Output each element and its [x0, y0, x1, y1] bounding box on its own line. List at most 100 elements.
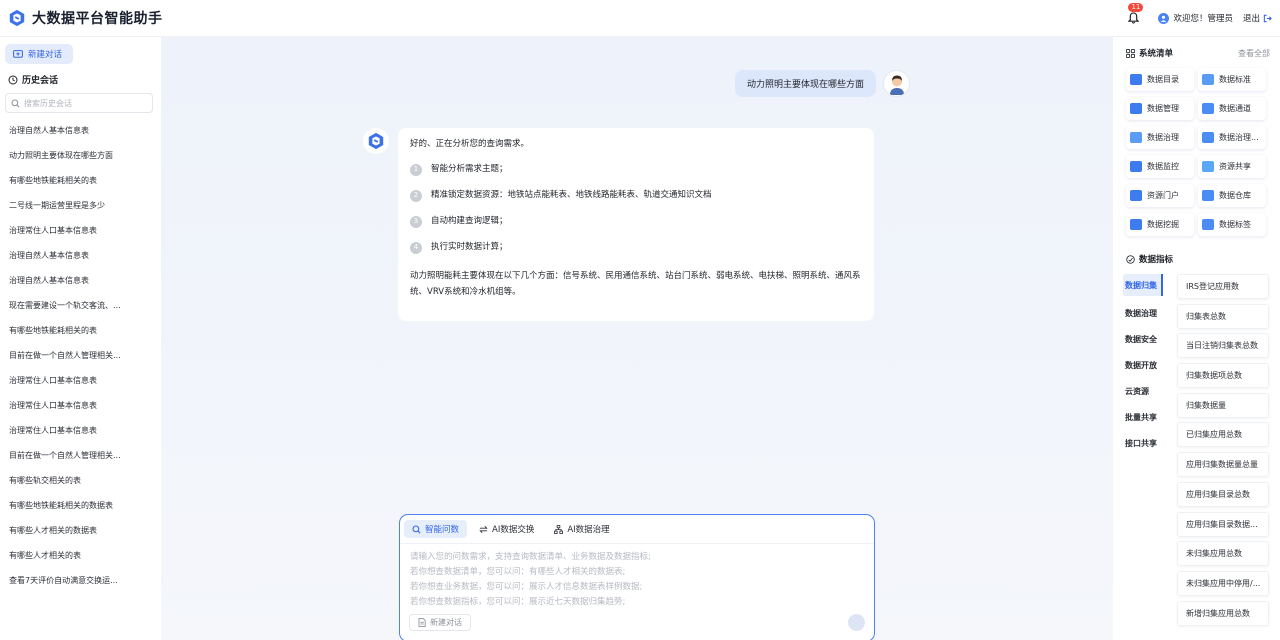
history-item[interactable]: 有哪些轨交相关的表 [5, 468, 156, 493]
system-app-icon [1130, 161, 1142, 172]
system-item[interactable]: 数据标准 [1198, 68, 1266, 91]
metric-item[interactable]: 归集表总数 [1177, 303, 1269, 329]
analysis-step: 1 智能分析需求主题； [410, 163, 862, 176]
metric-category[interactable]: 数据开放 [1123, 352, 1175, 378]
system-item[interactable]: 数据管理 [1126, 97, 1194, 120]
exchange-icon [479, 525, 488, 533]
metrics-title: 数据指标 [1139, 255, 1174, 265]
logout-button[interactable]: 退出 [1243, 12, 1272, 24]
metric-item[interactable]: 应用归集数据量总量 [1177, 452, 1269, 478]
history-item[interactable]: 有哪些人才相关的表 [5, 543, 156, 568]
input-new-chat-button[interactable]: 新建对话 [409, 614, 471, 631]
system-item-label: 数据仓库 [1219, 191, 1251, 200]
system-grid: 数据目录 数据标准 数据管理 数据通道 数据治理 数据治理... 数据监控 资源共享 资源门户数… [1126, 68, 1270, 236]
history-item[interactable]: 治理常住人口基本信息表 [5, 218, 156, 243]
metric-category[interactable]: 数据治理 [1123, 300, 1175, 326]
input-new-chat-label: 新建对话 [430, 618, 462, 627]
history-item[interactable]: 有哪些地铁能耗相关的表 [5, 318, 156, 343]
metric-item[interactable]: 当日注销归集表总数 [1177, 333, 1269, 359]
notification-bell-icon[interactable]: 11 [1126, 3, 1144, 25]
analysis-step: 4 执行实时数据计算； [410, 241, 862, 254]
tab-ai-data-exchange[interactable]: AI数据交换 [471, 520, 542, 538]
right-panel: 系统清单 查看全部 数据目录 数据标准 数据管理 数据通道 数据治理 数据治理... 数据监… [1113, 37, 1280, 640]
history-item[interactable]: 治理自然人基本信息表 [5, 268, 156, 293]
system-item[interactable]: 资源共享 [1198, 155, 1266, 178]
history-item[interactable]: 治理自然人基本信息表 [5, 243, 156, 268]
step-text: 执行实时数据计算； [431, 242, 508, 252]
metric-category[interactable]: 接口共享 [1123, 430, 1175, 456]
user-menu[interactable]: 欢迎您！管理员 [1158, 12, 1233, 24]
send-button[interactable] [848, 614, 865, 631]
history-item[interactable]: 治理常住人口基本信息表 [5, 368, 156, 393]
metric-item[interactable]: IRS登记应用数 [1177, 274, 1269, 299]
bot-logo-icon [368, 132, 384, 150]
system-item[interactable]: 数据目录 [1126, 68, 1194, 91]
user-avatar [883, 70, 910, 97]
history-item[interactable]: 有哪些地铁能耗相关的表 [5, 168, 156, 193]
metric-category[interactable]: 数据安全 [1123, 326, 1175, 352]
metric-category[interactable]: 云资源 [1123, 378, 1175, 404]
system-app-icon [1130, 219, 1142, 230]
system-item[interactable]: 数据仓库 [1198, 184, 1266, 207]
view-all-link[interactable]: 查看全部 [1238, 48, 1270, 59]
system-item[interactable]: 数据治理 [1126, 126, 1194, 149]
chat-add-icon [13, 49, 23, 58]
history-item[interactable]: 二号线一期运营里程是多少 [5, 193, 156, 218]
history-item[interactable]: 治理常住人口基本信息表 [5, 418, 156, 443]
system-app-icon [1202, 219, 1214, 230]
metric-item[interactable]: 未归集应用总数 [1177, 541, 1269, 567]
metric-item[interactable]: 已归集应用总数 [1177, 422, 1269, 448]
system-item[interactable]: 数据监控 [1126, 155, 1194, 178]
metric-category[interactable]: 批量共享 [1123, 404, 1175, 430]
history-item[interactable]: 目前在做一个自然人管理相关... [5, 443, 156, 468]
tab-smart-query[interactable]: 智能问数 [404, 520, 468, 538]
gauge-icon [1126, 254, 1135, 264]
chat-main: 动力照明主要体现在哪些方面 好的、正在分析您的查询需求。 1 智能分析需求主题； 2… [161, 37, 1113, 640]
history-item[interactable]: 现在需要建设一个轨交客流、... [5, 293, 156, 318]
new-chat-button[interactable]: 新建对话 [5, 44, 73, 64]
system-item[interactable]: 资源门户 [1126, 184, 1194, 207]
tab-label: 智能问数 [425, 525, 460, 535]
system-app-icon [1202, 132, 1214, 143]
metric-category[interactable]: 数据归集 [1123, 274, 1163, 296]
top-header: 大数据平台智能助手 11 欢迎您！管理员 退出 [0, 0, 1280, 37]
system-item[interactable]: 数据通道 [1198, 97, 1266, 120]
app-title: 大数据平台智能助手 [32, 11, 163, 27]
system-item[interactable]: 数据标签 [1198, 213, 1266, 236]
bot-answer: 动力照明能耗主要体现在以下几个方面：信号系统、民用通信系统、站台门系统、弱电系统… [410, 271, 861, 297]
new-chat-label: 新建对话 [28, 49, 63, 59]
history-item[interactable]: 动力照明主要体现在哪些方面 [5, 143, 156, 168]
history-search[interactable] [5, 93, 153, 113]
system-item[interactable]: 数据挖掘 [1126, 213, 1194, 236]
search-icon [412, 524, 421, 533]
metric-item[interactable]: 应用归集目录数据... [1177, 511, 1269, 537]
history-item[interactable]: 治理自然人基本信息表 [5, 118, 156, 143]
metric-item[interactable]: 应用归集目录总数 [1177, 481, 1269, 507]
analysis-step: 2 精准锁定数据资源：地铁站点能耗表、地铁线路能耗表、轨道交通知识文档 [410, 189, 862, 202]
analysis-step: 3 自动构建查询逻辑； [410, 215, 862, 228]
metric-item[interactable]: 新增归集应用总数 [1177, 600, 1269, 626]
metric-item[interactable]: 未归集应用中停用/... [1177, 570, 1269, 596]
history-item[interactable]: 有哪些人才相关的数据表 [5, 518, 156, 543]
system-item-label: 数据管理 [1147, 104, 1179, 113]
history-item[interactable]: 查看7天评价自动满意交换运... [5, 568, 156, 593]
welcome-text: 欢迎您！管理员 [1173, 14, 1233, 24]
history-search-input[interactable] [24, 98, 144, 108]
system-app-icon [1130, 190, 1142, 201]
system-item-label: 资源共享 [1219, 162, 1251, 171]
history-item[interactable]: 目前在做一个自然人管理相关... [5, 343, 156, 368]
history-item[interactable]: 治理常住人口基本信息表 [5, 393, 156, 418]
chat-input-box: 智能问数 AI数据交换 AI数据治理 请输入您的问数需求，支持查询数据清单、业务… [399, 514, 875, 640]
history-item[interactable]: 有哪些地铁能耗相关的数据表 [5, 493, 156, 518]
system-item-label: 资源门户 [1147, 191, 1179, 200]
metric-item[interactable]: 归集数据量 [1177, 392, 1269, 418]
metric-item[interactable]: 归集数据项总数 [1177, 363, 1269, 389]
system-app-icon [1202, 190, 1214, 201]
tab-ai-data-governance[interactable]: AI数据治理 [546, 520, 617, 538]
system-item[interactable]: 数据治理... [1198, 126, 1266, 149]
app-logo-icon [9, 9, 25, 27]
query-input[interactable]: 请输入您的问数需求，支持查询数据清单、业务数据及数据指标; 若你想查数据清单，您… [400, 544, 874, 614]
user-message-bubble: 动力照明主要体现在哪些方面 [734, 70, 876, 97]
hierarchy-icon [554, 524, 564, 534]
history-title: 历史会话 [8, 73, 156, 86]
